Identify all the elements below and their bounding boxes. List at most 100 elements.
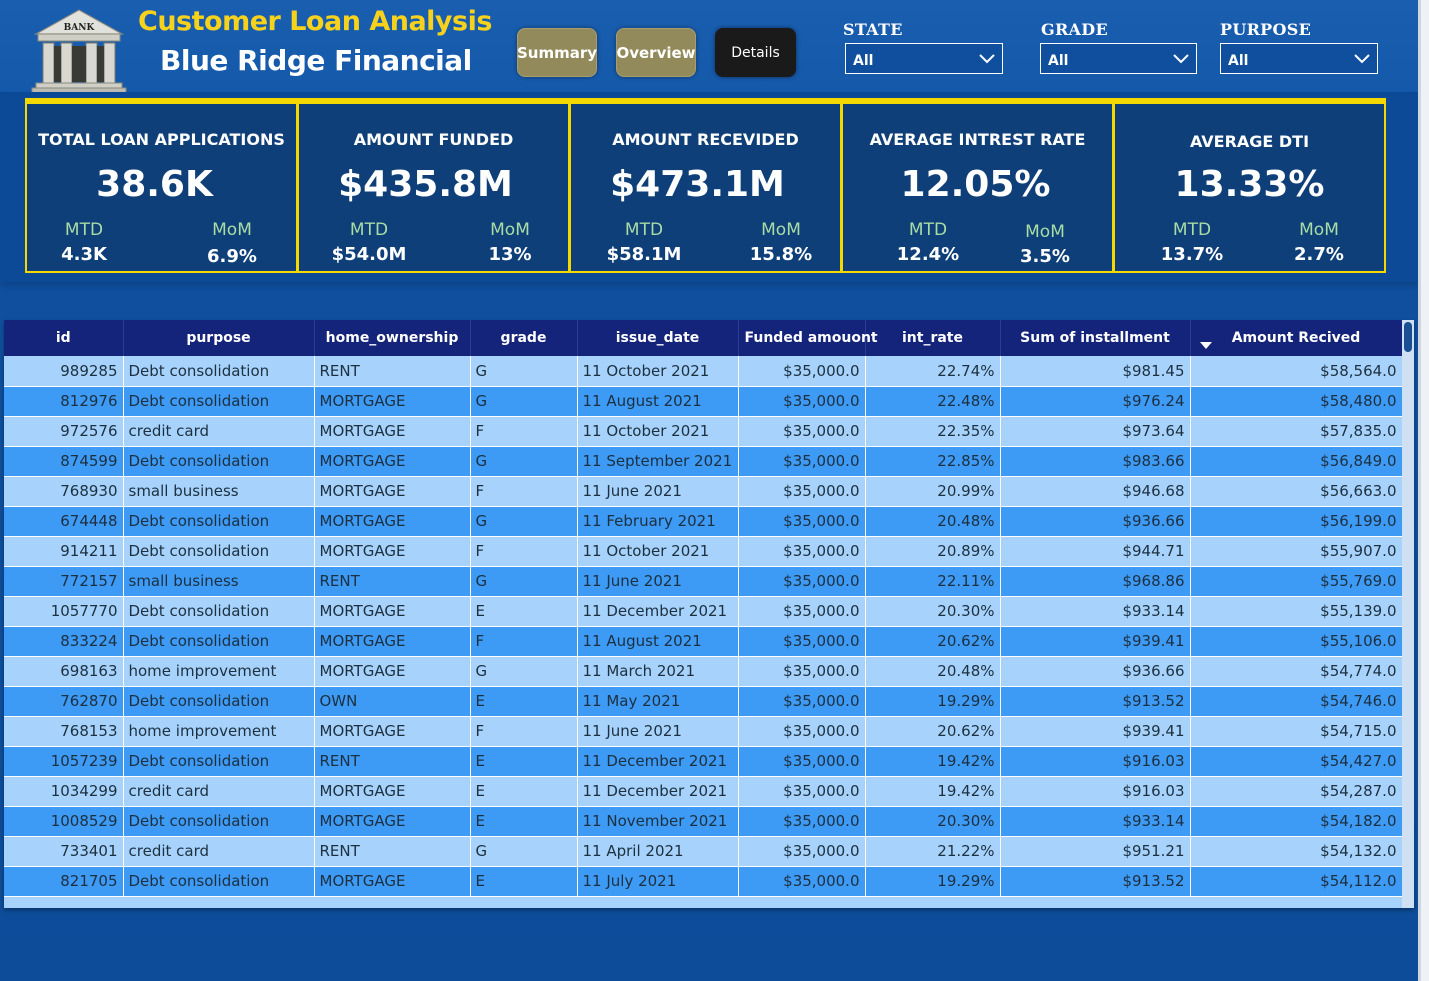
cell-issue-date: 11 October 2021 <box>577 536 739 567</box>
column-header-funded-amount[interactable]: Funded amouont <box>738 320 878 356</box>
cell-amount-received: $54,715.0 <box>1190 716 1403 747</box>
cell-funded-amount: $35,000.0 <box>738 566 866 597</box>
cell-issue-date: 11 December 2021 <box>577 746 739 777</box>
column-header-amount-received[interactable]: Amount Recived <box>1190 320 1403 356</box>
cell-home-ownership: MORTGAGE <box>314 476 471 507</box>
summary-button[interactable]: Summary <box>517 28 597 77</box>
kpi-mom-label: MoM <box>1299 220 1339 240</box>
vertical-scrollbar[interactable] <box>1402 320 1414 908</box>
state-filter-value: All <box>853 53 874 69</box>
table-row[interactable]: 733401 credit card RENT G 11 April 2021 $35,0… <box>4 836 1403 867</box>
cell-int-rate: 22.48% <box>865 386 1001 417</box>
kpi-title: AVERAGE INTREST RATE <box>869 130 1086 149</box>
kpi-mom-value: 13% <box>488 244 532 265</box>
cell-grade: F <box>470 476 578 507</box>
cell-int-rate: 22.11% <box>865 566 1001 597</box>
cell-issue-date: 11 March 2021 <box>577 656 739 687</box>
cell-purpose: Debt consolidation <box>123 686 315 717</box>
table-row[interactable]: 768930 small business MORTGAGE F 11 June 202… <box>4 476 1403 507</box>
grade-filter-label: GRADE <box>1041 20 1108 39</box>
chevron-down-icon <box>1354 54 1370 64</box>
cell-id: 768153 <box>4 716 124 747</box>
cell-home-ownership: MORTGAGE <box>314 866 471 897</box>
kpi-mtd-value: 4.3K <box>61 244 107 265</box>
kpi-mom: MoM 13% <box>465 220 555 265</box>
cell-home-ownership: MORTGAGE <box>314 506 471 537</box>
table-row[interactable]: 772157 small business RENT G 11 June 2021 $35… <box>4 566 1403 597</box>
cell-purpose: Debt consolidation <box>123 806 315 837</box>
cell-home-ownership: MORTGAGE <box>314 776 471 807</box>
table-row[interactable]: 698163 home improvement MORTGAGE G 11 March … <box>4 656 1403 687</box>
dashboard-canvas: BANK Customer Loan Analysis Blue Ridge F… <box>0 0 1418 981</box>
purpose-filter-value: All <box>1228 53 1249 69</box>
kpi-mtd-label: MTD <box>908 220 948 240</box>
column-header-purpose[interactable]: purpose <box>123 320 315 356</box>
column-header-id[interactable]: id <box>4 320 124 356</box>
column-header-int-rate[interactable]: int_rate <box>865 320 1001 356</box>
kpi-mom-label: MoM <box>1025 222 1065 242</box>
cell-grade: F <box>470 536 578 567</box>
state-filter-dropdown[interactable]: All <box>845 43 1003 74</box>
cell-purpose: credit card <box>123 776 315 807</box>
cell-purpose: Debt consolidation <box>123 596 315 627</box>
table-row[interactable]: 1034299 credit card MORTGAGE E 11 December 2… <box>4 776 1403 807</box>
column-header-grade[interactable]: grade <box>470 320 578 356</box>
table-row[interactable]: 768153 home improvement MORTGAGE F 11 June 2… <box>4 716 1403 747</box>
cell-id: 1008529 <box>4 806 124 837</box>
table-row[interactable]: 833224 Debt consolidation MORTGAGE F 11 Augu… <box>4 626 1403 657</box>
table-row[interactable]: 1008529 Debt consolidation MORTGAGE E 11 Nov… <box>4 806 1403 837</box>
overview-button[interactable]: Overview <box>616 28 696 77</box>
cell-id: 762870 <box>4 686 124 717</box>
cell-int-rate: 20.89% <box>865 536 1001 567</box>
table-row[interactable]: 812976 Debt consolidation MORTGAGE G 11 Augu… <box>4 386 1403 417</box>
kpi-mom: MoM 3.5% <box>1000 222 1090 267</box>
cell-amount-received: $54,112.0 <box>1190 866 1403 897</box>
cell-installment: $973.64 <box>1000 416 1191 447</box>
cell-int-rate: 20.30% <box>865 596 1001 627</box>
sort-descending-icon[interactable] <box>1200 342 1212 350</box>
kpi-value: 13.33% <box>1174 164 1325 205</box>
cell-int-rate: 20.30% <box>865 806 1001 837</box>
cell-issue-date: 11 June 2021 <box>577 566 739 597</box>
cell-funded-amount: $35,000.0 <box>738 686 866 717</box>
kpi-mtd: MTD $58.1M <box>599 220 689 265</box>
table-row[interactable]: 972576 credit card MORTGAGE F 11 October 202… <box>4 416 1403 447</box>
table-row[interactable]: 914211 Debt consolidation MORTGAGE F 11 Octo… <box>4 536 1403 567</box>
cell-issue-date: 11 August 2021 <box>577 626 739 657</box>
kpi-mtd-value: 13.7% <box>1160 244 1224 265</box>
table-row[interactable]: 1057770 Debt consolidation MORTGAGE E 11 Dec… <box>4 596 1403 627</box>
cell-amount-received: $56,199.0 <box>1190 506 1403 537</box>
cell-funded-amount: $35,000.0 <box>738 506 866 537</box>
kpi-title: TOTAL LOAN APPLICATIONS <box>38 130 285 149</box>
cell-issue-date: 11 June 2021 <box>577 716 739 747</box>
table-row[interactable]: 762870 Debt consolidation OWN E 11 May 2021 $… <box>4 686 1403 717</box>
grade-filter-dropdown[interactable]: All <box>1040 43 1197 74</box>
scrollbar-thumb[interactable] <box>1404 322 1412 352</box>
column-header-sum-of-installment[interactable]: Sum of installment <box>1000 320 1191 356</box>
svg-text:BANK: BANK <box>64 23 96 33</box>
cell-funded-amount: $35,000.0 <box>738 776 866 807</box>
cell-installment: $933.14 <box>1000 806 1191 837</box>
cell-id: 1034299 <box>4 776 124 807</box>
table-header-row: id purpose home_ownership grade issue_da… <box>4 320 1403 356</box>
table-row[interactable]: 821705 Debt consolidation MORTGAGE E 11 July… <box>4 866 1403 897</box>
details-button[interactable]: Details <box>715 28 796 77</box>
kpi-mom-value: 2.7% <box>1294 244 1344 265</box>
table-row[interactable]: 674448 Debt consolidation MORTGAGE G 11 Febr… <box>4 506 1403 537</box>
column-header-issue-date[interactable]: issue_date <box>577 320 739 356</box>
cell-funded-amount: $35,000.0 <box>738 656 866 687</box>
cell-purpose: Debt consolidation <box>123 506 315 537</box>
cell-home-ownership: MORTGAGE <box>314 446 471 477</box>
table-row[interactable]: 989285 Debt consolidation RENT G 11 October … <box>4 356 1403 387</box>
column-header-home-ownership[interactable]: home_ownership <box>314 320 471 356</box>
cell-amount-received: $56,663.0 <box>1190 476 1403 507</box>
table-row[interactable]: 1057239 Debt consolidation RENT E 11 Decembe… <box>4 746 1403 777</box>
table-row[interactable]: 874599 Debt consolidation MORTGAGE G 11 Sept… <box>4 446 1403 477</box>
purpose-filter-dropdown[interactable]: All <box>1220 43 1378 74</box>
cell-issue-date: 11 July 2021 <box>577 866 739 897</box>
cell-int-rate: 19.29% <box>865 686 1001 717</box>
cell-purpose: small business <box>123 476 315 507</box>
cell-home-ownership: RENT <box>314 566 471 597</box>
cell-grade: E <box>470 596 578 627</box>
kpi-mtd: MTD 13.7% <box>1147 220 1237 265</box>
